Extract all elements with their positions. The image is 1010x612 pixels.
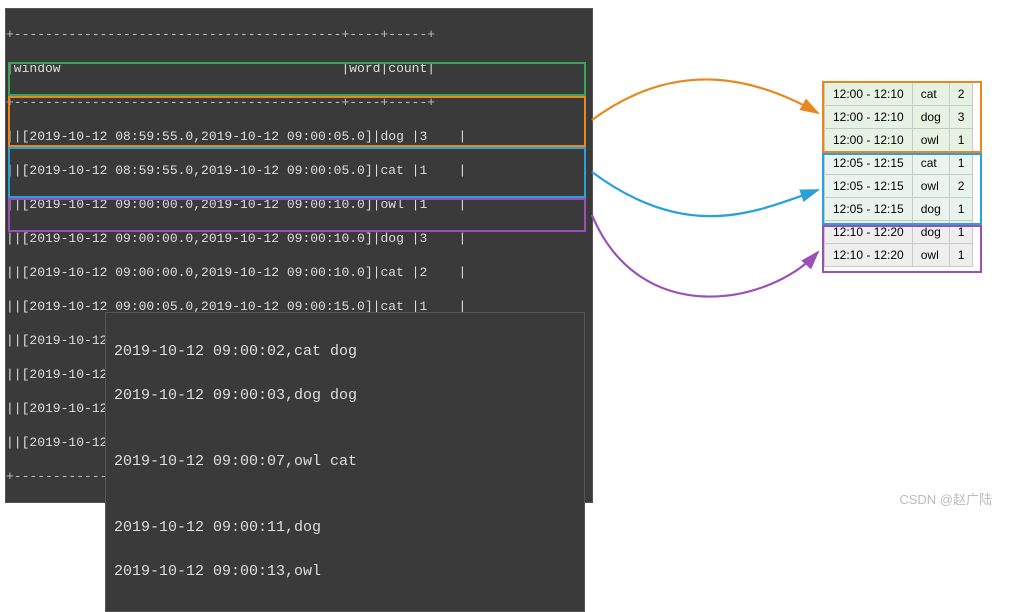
table-row: 12:05 - 12:15owl2 [825, 175, 973, 198]
group-box-purple [8, 198, 586, 232]
arrow-blue [592, 172, 818, 216]
cell-window: 12:00 - 12:10 [825, 129, 913, 152]
input-line: 2019-10-12 09:00:13,owl [114, 561, 576, 583]
group-box-blue [8, 147, 586, 198]
input-line: 2019-10-12 09:00:07,owl cat [114, 451, 576, 473]
terminal-input-stream: 2019-10-12 09:00:02,cat dog 2019-10-12 0… [105, 312, 585, 612]
input-line: 2019-10-12 09:00:11,dog [114, 517, 576, 539]
cell-count: 1 [949, 129, 973, 152]
cell-count: 2 [949, 83, 973, 106]
cell-window: 12:05 - 12:15 [825, 175, 913, 198]
cell-word: dog [912, 221, 949, 244]
table-row: 12:10 - 12:20dog1 [825, 221, 973, 244]
cell-count: 1 [949, 152, 973, 175]
cell-window: 12:00 - 12:10 [825, 106, 913, 129]
arrow-orange [592, 79, 818, 120]
cell-window: 12:10 - 12:20 [825, 244, 913, 267]
cell-word: owl [912, 175, 949, 198]
cell-count: 1 [949, 221, 973, 244]
cell-word: dog [912, 198, 949, 221]
table-border-top: +---------------------------------------… [6, 26, 592, 43]
cell-count: 1 [949, 244, 973, 267]
cell-window: 12:05 - 12:15 [825, 198, 913, 221]
cell-word: owl [912, 244, 949, 267]
arrow-purple [592, 215, 818, 297]
cell-word: cat [912, 83, 949, 106]
table-row: 12:05 - 12:15cat1 [825, 152, 973, 175]
cell-count: 2 [949, 175, 973, 198]
table-row: 12:00 - 12:10owl1 [825, 129, 973, 152]
input-line: 2019-10-12 09:00:03,dog dog [114, 385, 576, 407]
cell-word: dog [912, 106, 949, 129]
group-box-orange [8, 96, 586, 147]
cell-count: 1 [949, 198, 973, 221]
input-line: 2019-10-12 09:00:02,cat dog [114, 341, 576, 363]
group-box-green [8, 62, 586, 96]
table-row: 12:05 - 12:15dog1 [825, 198, 973, 221]
summary-table: 12:00 - 12:10cat2 12:00 - 12:10dog3 12:0… [824, 82, 973, 267]
table-row: ||[2019-10-12 09:00:00.0,2019-10-12 09:0… [6, 230, 592, 247]
cell-window: 12:10 - 12:20 [825, 221, 913, 244]
cell-window: 12:05 - 12:15 [825, 152, 913, 175]
cell-count: 3 [949, 106, 973, 129]
table-row: 12:10 - 12:20owl1 [825, 244, 973, 267]
table-row: 12:00 - 12:10dog3 [825, 106, 973, 129]
cell-window: 12:00 - 12:10 [825, 83, 913, 106]
table-row: 12:00 - 12:10cat2 [825, 83, 973, 106]
watermark: CSDN @赵广陆 [899, 489, 992, 508]
cell-word: cat [912, 152, 949, 175]
table-row: ||[2019-10-12 09:00:00.0,2019-10-12 09:0… [6, 264, 592, 281]
cell-word: owl [912, 129, 949, 152]
